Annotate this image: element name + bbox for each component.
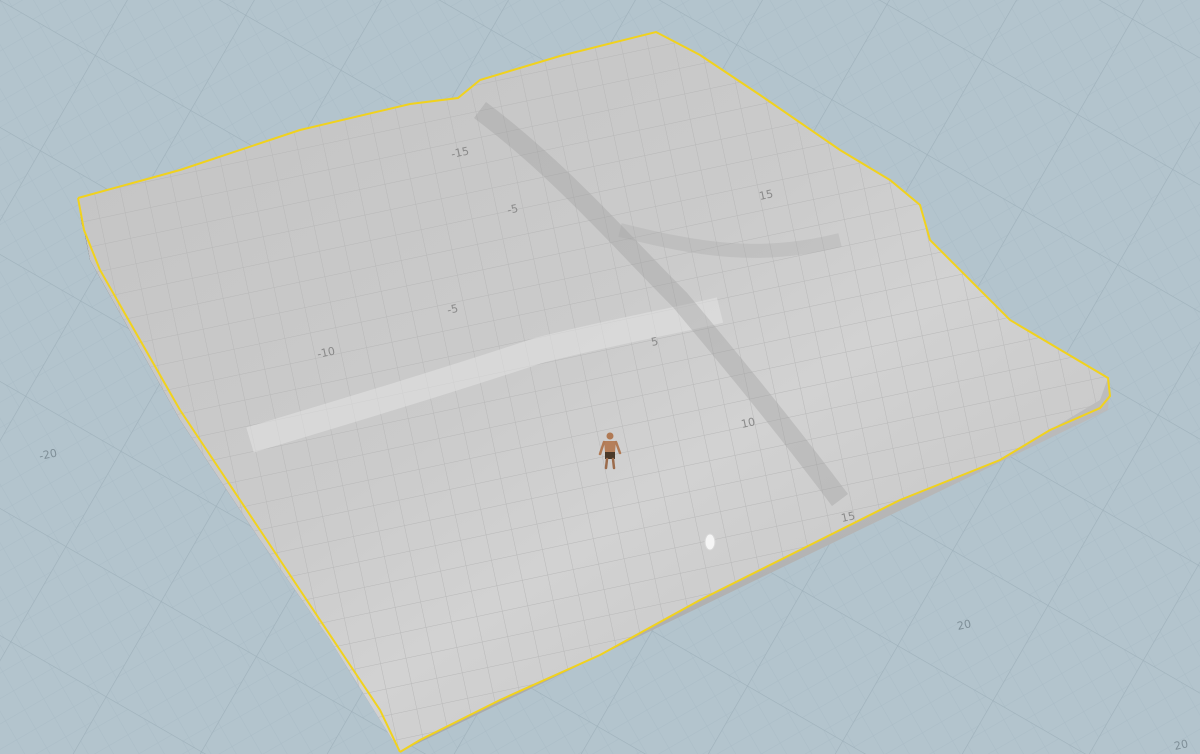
footprint-marker-icon[interactable] xyxy=(704,533,716,551)
viewport-scene[interactable]: -20 20 20 -10 -5 5 10 15 15 -15 -5 xyxy=(0,0,1200,754)
3d-viewport[interactable]: -20 20 20 -10 -5 5 10 15 15 -15 -5 xyxy=(0,0,1200,754)
